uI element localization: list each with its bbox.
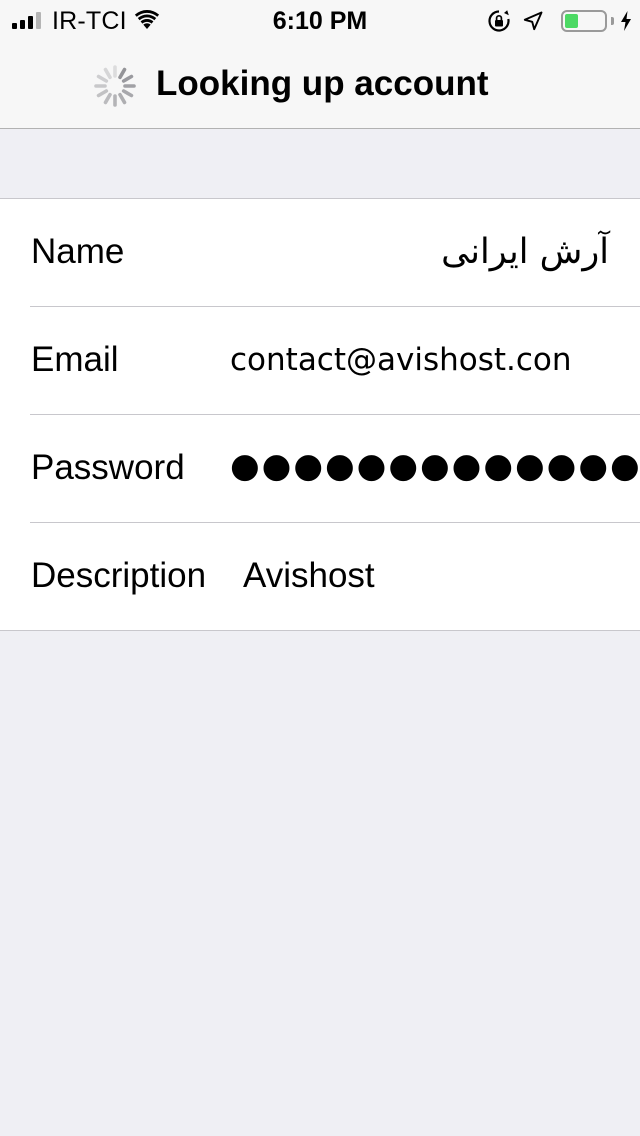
name-field[interactable]: آرش ایرانی (441, 230, 609, 274)
page-title: Looking up account (156, 64, 489, 103)
password-field[interactable]: ●●●●●●●●●●●●● (230, 444, 640, 488)
spinner-spoke (121, 89, 134, 98)
spinner-spoke (118, 67, 127, 80)
battery-level-fill (565, 14, 578, 28)
status-bar: IR-TCI 6:10 PM (0, 0, 640, 40)
spinner-spoke (103, 67, 112, 80)
spinner-spoke (96, 89, 109, 98)
password-label: Password (31, 448, 185, 487)
battery-nub (611, 17, 614, 25)
status-indicators (487, 7, 632, 35)
rotation-lock-icon (488, 10, 510, 32)
description-row[interactable]: Description Avishost (30, 522, 640, 630)
email-field[interactable]: contact@avishost.con (230, 338, 572, 382)
spinner-spoke (121, 74, 134, 83)
name-label: Name (31, 232, 125, 271)
location-icon (523, 11, 543, 31)
spinner-spoke (103, 92, 112, 105)
password-row[interactable]: Password ●●●●●●●●●●●●● (30, 414, 640, 522)
spinner-spoke (118, 92, 127, 105)
email-label: Email (31, 340, 119, 379)
spinner-icon (94, 65, 136, 107)
navigation-bar: Looking up account (0, 40, 640, 129)
description-field[interactable]: Avishost (243, 554, 375, 598)
email-row[interactable]: Email contact@avishost.con (30, 306, 640, 414)
account-form: Name آرش ایرانی Email contact@avishost.c… (0, 198, 640, 631)
battery-icon (561, 10, 607, 32)
charging-icon (621, 11, 631, 31)
description-label: Description (31, 556, 207, 595)
spinner-spoke (96, 74, 109, 83)
name-row[interactable]: Name آرش ایرانی (0, 199, 640, 306)
